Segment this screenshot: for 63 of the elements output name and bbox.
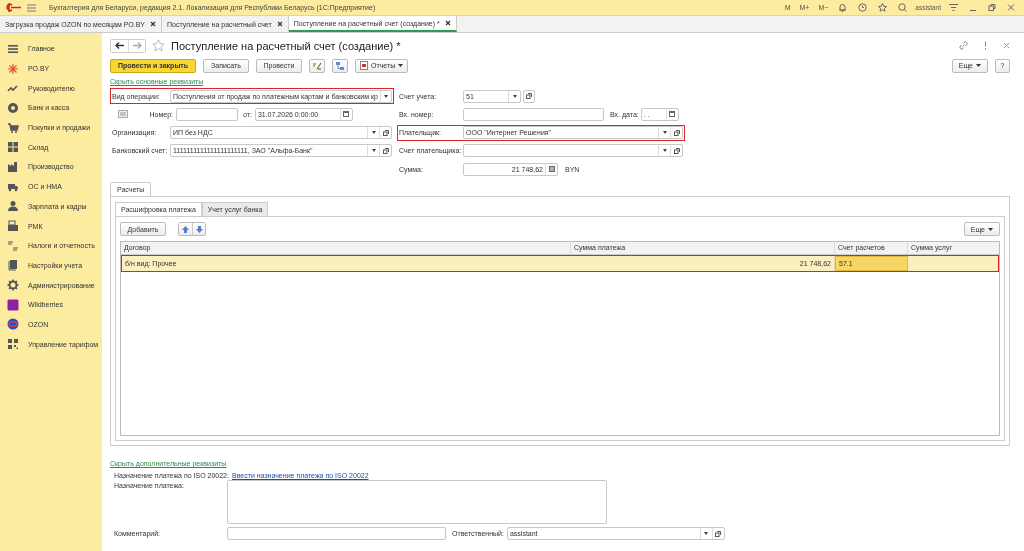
structure-button[interactable] bbox=[332, 58, 348, 73]
dropdown-icon[interactable] bbox=[371, 149, 376, 153]
close-icon[interactable] bbox=[444, 20, 451, 26]
history-icon[interactable] bbox=[858, 3, 868, 12]
incoming-number-field[interactable] bbox=[463, 107, 604, 121]
back-arrow-icon bbox=[115, 42, 124, 49]
restore-icon[interactable] bbox=[988, 3, 996, 12]
close-icon[interactable] bbox=[276, 21, 283, 27]
tiles-icon bbox=[7, 338, 19, 351]
forward-arrow-icon bbox=[132, 42, 142, 49]
app-logo-icon bbox=[6, 3, 22, 12]
down-arrow-icon bbox=[195, 226, 203, 233]
open-icon[interactable] bbox=[382, 147, 389, 154]
open-button[interactable] bbox=[523, 89, 535, 103]
ledger-icon bbox=[312, 60, 322, 71]
settings-menu-icon[interactable] bbox=[949, 3, 958, 12]
number-field[interactable] bbox=[176, 107, 238, 121]
gear-icon bbox=[7, 279, 19, 292]
purpose-field[interactable] bbox=[227, 480, 607, 525]
document-title: Поступление на расчетный счет (создание) * bbox=[171, 39, 401, 52]
open-icon bbox=[526, 93, 532, 99]
caret-icon bbox=[976, 64, 981, 67]
move-down-button[interactable] bbox=[192, 223, 205, 236]
dropdown-icon[interactable] bbox=[662, 149, 667, 153]
report-icon bbox=[360, 61, 368, 70]
star-burst-icon bbox=[7, 62, 19, 75]
open-icon[interactable] bbox=[715, 531, 722, 537]
ledger-button[interactable] bbox=[309, 58, 325, 73]
coin-icon bbox=[7, 101, 19, 114]
dropdown-icon[interactable] bbox=[512, 94, 517, 98]
link-icon[interactable] bbox=[959, 41, 968, 50]
book-icon bbox=[7, 259, 19, 272]
register-icon bbox=[7, 220, 19, 233]
ring-icon bbox=[7, 318, 19, 331]
structure-icon bbox=[335, 60, 345, 71]
menu-icon bbox=[7, 42, 19, 55]
person-icon bbox=[7, 200, 19, 213]
up-arrow-icon bbox=[182, 226, 189, 233]
close-icon[interactable] bbox=[150, 21, 156, 27]
payer-account-field[interactable] bbox=[463, 144, 683, 158]
factory-icon bbox=[7, 160, 19, 173]
calendar-icon[interactable] bbox=[343, 111, 350, 118]
star-icon[interactable] bbox=[152, 39, 165, 52]
dropdown-icon[interactable] bbox=[704, 532, 709, 536]
caret-icon bbox=[398, 64, 404, 67]
dropdown-icon[interactable] bbox=[371, 131, 376, 135]
bell-icon[interactable] bbox=[838, 3, 848, 12]
open-icon[interactable] bbox=[673, 147, 680, 154]
dropdown-icon[interactable] bbox=[662, 131, 667, 135]
open-icon[interactable] bbox=[673, 129, 680, 136]
move-up-button[interactable] bbox=[179, 223, 192, 236]
more-icon[interactable] bbox=[984, 41, 987, 50]
calendar-icon[interactable] bbox=[669, 111, 676, 118]
grid-icon bbox=[7, 141, 19, 154]
cart-icon bbox=[7, 121, 19, 134]
logo-square-icon bbox=[7, 298, 19, 311]
caret-icon bbox=[988, 228, 993, 231]
search-icon[interactable] bbox=[898, 3, 908, 12]
calculator-icon[interactable] bbox=[548, 166, 555, 173]
dropdown-icon[interactable] bbox=[384, 94, 389, 98]
open-icon[interactable] bbox=[382, 129, 389, 136]
comment-field[interactable] bbox=[227, 527, 446, 541]
star-icon[interactable] bbox=[878, 3, 888, 12]
